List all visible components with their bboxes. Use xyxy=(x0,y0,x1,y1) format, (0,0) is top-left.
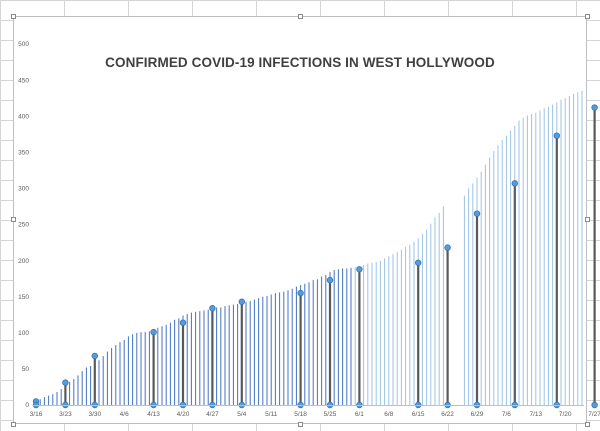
y-tick-label: 100 xyxy=(18,330,29,337)
weekly-marker-point[interactable] xyxy=(150,328,157,336)
x-tick-label: 5/18 xyxy=(294,411,307,418)
y-tick-label: 200 xyxy=(18,258,29,265)
x-tick-label: 4/20 xyxy=(177,411,190,418)
y-tick-label: 450 xyxy=(18,77,29,84)
y-tick-label: 500 xyxy=(18,41,29,48)
weekly-marker-point[interactable] xyxy=(62,379,69,386)
x-tick-label: 5/4 xyxy=(237,411,246,418)
x-tick-label: 4/6 xyxy=(120,411,129,418)
weekly-marker-point[interactable] xyxy=(415,259,422,266)
weekly-marker-point[interactable] xyxy=(511,180,518,187)
x-tick-label: 6/22 xyxy=(441,411,454,418)
weekly-marker-point[interactable] xyxy=(209,305,216,312)
x-tick-label: 4/27 xyxy=(206,411,219,418)
x-tick-label: 7/20 xyxy=(559,411,572,418)
weekly-marker-point[interactable] xyxy=(297,289,304,297)
x-tick-label: 7/13 xyxy=(529,411,542,418)
weekly-marker-point[interactable] xyxy=(356,266,363,273)
x-tick-label: 3/16 xyxy=(30,411,43,418)
daily-bars xyxy=(35,90,583,405)
y-tick-label: 400 xyxy=(18,113,29,120)
weekly-marker-point[interactable] xyxy=(179,319,187,326)
weekly-marker-base xyxy=(591,401,598,409)
y-tick-label: 150 xyxy=(18,294,29,301)
weekly-marker-point[interactable] xyxy=(591,104,598,111)
weekly-marker-point[interactable] xyxy=(553,132,560,139)
x-tick-label: 5/25 xyxy=(324,411,337,418)
x-tick-label: 5/11 xyxy=(265,411,278,418)
weekly-markers xyxy=(32,104,598,409)
weekly-marker-point[interactable] xyxy=(91,352,98,360)
y-tick-label: 350 xyxy=(18,150,29,157)
x-tick-label: 3/30 xyxy=(88,411,101,418)
x-tick-label: 6/15 xyxy=(412,411,425,418)
chart-title[interactable]: CONFIRMED COVID-19 INFECTIONS IN WEST HO… xyxy=(13,55,587,70)
x-tick-label: 7/27 xyxy=(588,411,600,418)
weekly-marker-point[interactable] xyxy=(473,210,481,217)
weekly-marker-point[interactable] xyxy=(326,276,334,284)
x-tick-label: 6/1 xyxy=(355,411,364,418)
weekly-marker-point[interactable] xyxy=(238,298,245,305)
y-tick-label: 250 xyxy=(18,222,29,229)
y-axis: 0 50 100 150 200 250 300 350 400 450 500 xyxy=(18,41,29,409)
x-tick-label: 3/23 xyxy=(59,411,72,418)
x-tick-label: 4/13 xyxy=(147,411,160,418)
x-tick-label: 6/29 xyxy=(471,411,484,418)
y-tick-label: 50 xyxy=(22,366,30,373)
x-tick-label: 7/6 xyxy=(502,411,511,418)
y-tick-label: 300 xyxy=(18,186,29,193)
y-tick-label: 0 xyxy=(25,402,29,409)
weekly-marker-point[interactable] xyxy=(444,244,451,251)
x-tick-label: 6/8 xyxy=(384,411,393,418)
